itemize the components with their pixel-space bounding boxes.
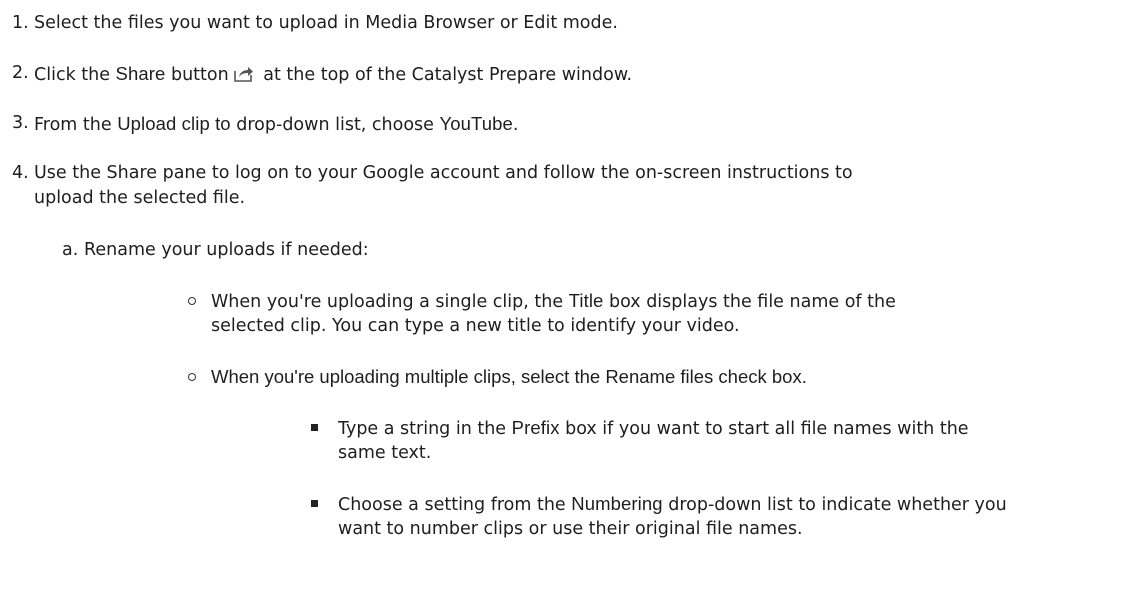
- step-text: Select the files you want to upload in M…: [34, 13, 618, 33]
- share-label: Share: [115, 63, 166, 84]
- step-number: 2.: [12, 63, 29, 83]
- step-text: From the Upload clip to drop-down list, …: [34, 110, 518, 139]
- substep-letter: a.: [62, 240, 79, 260]
- step-number: 4.: [12, 163, 29, 183]
- step-number: 1.: [12, 13, 29, 33]
- subbullet-text-line2: same text.: [338, 443, 432, 463]
- text-segment: When you're uploading multiple clips, se…: [211, 366, 606, 387]
- step-text-line2: upload the selected file.: [34, 188, 246, 208]
- share-icon: [233, 65, 255, 92]
- text-segment: button: [165, 65, 229, 85]
- subbullet-text-line2: want to number clips or use their origin…: [338, 519, 803, 539]
- step-text-line1: Use the Share pane to log on to your Goo…: [34, 163, 853, 183]
- substep-text: Rename your uploads if needed:: [84, 240, 369, 260]
- text-segment: check box.: [713, 366, 807, 387]
- square-bullet-icon: [311, 500, 318, 507]
- text-segment: Choose a setting from the: [338, 495, 572, 515]
- square-bullet-icon: [311, 424, 318, 431]
- bullet-text-line1: When you're uploading a single clip, the…: [211, 287, 896, 316]
- text-segment: When you're uploading a single clip, the: [211, 292, 569, 312]
- text-segment: box if you want to start all file names …: [559, 419, 969, 439]
- text-segment: From the: [34, 115, 118, 135]
- title-label: Title: [568, 290, 604, 311]
- text-segment: at the top of the Catalyst Prepare windo…: [257, 65, 633, 85]
- circle-bullet-icon: [188, 297, 196, 305]
- bullet-text-line1: When you're uploading multiple clips, se…: [211, 363, 807, 390]
- text-segment: drop-down list, choose: [230, 115, 440, 135]
- step-text: Click the Share button at the top of the…: [34, 60, 632, 92]
- text-segment: Click the: [34, 65, 116, 85]
- subbullet-text-line1: Choose a setting from the Numbering drop…: [338, 490, 1007, 519]
- prefix-label: Prefix: [511, 417, 560, 438]
- text-segment: .: [512, 115, 519, 135]
- circle-bullet-icon: [188, 373, 196, 381]
- bullet-text-line2: selected clip. You can type a new title …: [211, 316, 740, 336]
- step-number: 3.: [12, 113, 29, 133]
- upload-clip-label: Upload clip to: [117, 113, 231, 134]
- rename-files-label: Rename files: [605, 366, 714, 387]
- numbering-label: Numbering: [571, 493, 663, 514]
- subbullet-text-line1: Type a string in the Prefix box if you w…: [338, 414, 969, 443]
- text-segment: box displays the file name of the: [603, 292, 896, 312]
- youtube-label: YouTube: [439, 113, 513, 134]
- instructions-document: 1. Select the files you want to upload i…: [0, 0, 1129, 614]
- text-segment: drop-down list to indicate whether you: [662, 495, 1007, 515]
- text-segment: Type a string in the: [338, 419, 512, 439]
